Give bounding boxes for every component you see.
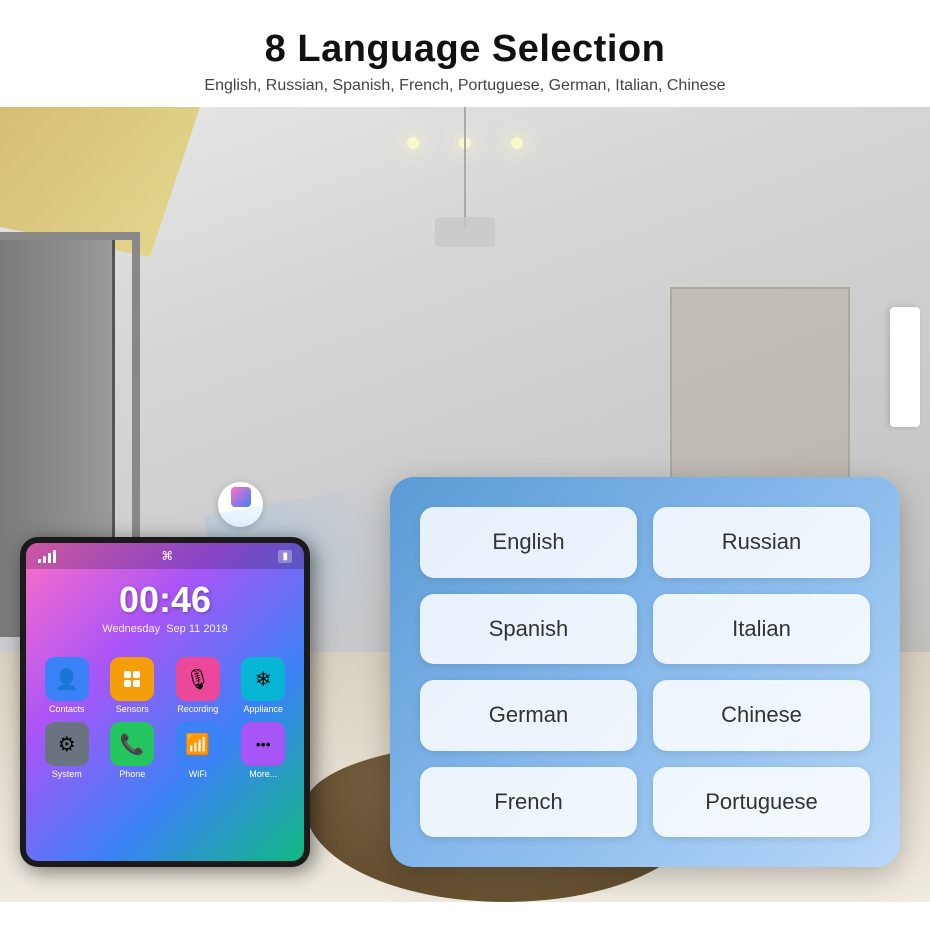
lang-portuguese[interactable]: Portuguese [653,767,870,838]
wifi-icon: ⌘ [161,549,173,563]
phone-icon: 📞 [110,722,154,766]
sensors-icon [110,657,154,701]
recording-label: Recording [177,704,218,714]
subtitle: English, Russian, Spanish, French, Portu… [20,77,910,95]
lang-english[interactable]: English [420,507,637,578]
lang-russian[interactable]: Russian [653,507,870,578]
app-wifi[interactable]: 📶 WiFi [169,722,227,779]
appliance-label: Appliance [243,704,283,714]
phone-screen: ⌘ ▮ 00:46 Wednesday Sep 11 2019 👤 Contac… [26,543,304,861]
app-system[interactable]: ⚙ System [38,722,96,779]
language-panel: English Russian Spanish Italian German C… [390,477,900,867]
appliance-icon: ❄ [241,657,285,701]
more-label: More... [249,769,277,779]
right-wall-panel [890,307,920,427]
lang-italian[interactable]: Italian [653,594,870,665]
phone-status-bar: ⌘ ▮ [26,543,304,569]
wifi-app-icon: 📶 [176,722,220,766]
signal-icon [38,550,56,563]
app-sensors[interactable]: Sensors [104,657,162,714]
phone-device: ⌘ ▮ 00:46 Wednesday Sep 11 2019 👤 Contac… [20,537,310,867]
page-header: 8 Language Selection English, Russian, S… [0,0,930,107]
lang-french[interactable]: French [420,767,637,838]
lang-spanish[interactable]: Spanish [420,594,637,665]
more-icon: ••• [241,722,285,766]
contacts-icon: 👤 [45,657,89,701]
app-contacts[interactable]: 👤 Contacts [38,657,96,714]
recording-icon: 🎙 [176,657,220,701]
app-appliance[interactable]: ❄ Appliance [235,657,293,714]
phone-day: Wednesday Sep 11 2019 [26,623,304,635]
contacts-label: Contacts [49,704,85,714]
phone-time: 00:46 [26,579,304,621]
system-icon: ⚙ [45,722,89,766]
app-grid: 👤 Contacts Sensors 🎙 [26,645,304,791]
lang-chinese[interactable]: Chinese [653,680,870,751]
app-recording[interactable]: 🎙 Recording [169,657,227,714]
hanging-light-fixture [435,217,495,247]
ceiling-light-1 [407,137,419,149]
app-more[interactable]: ••• More... [235,722,293,779]
ceiling-light-3 [511,137,523,149]
scene: ⌘ ▮ 00:46 Wednesday Sep 11 2019 👤 Contac… [0,107,930,902]
page-title: 8 Language Selection [20,28,910,71]
language-grid: English Russian Spanish Italian German C… [420,507,870,837]
system-label: System [52,769,82,779]
lang-german[interactable]: German [420,680,637,751]
hanging-light-cord [464,107,466,227]
battery-icon: ▮ [278,550,292,563]
sensors-label: Sensors [116,704,149,714]
wifi-label: WiFi [189,769,207,779]
app-phone[interactable]: 📞 Phone [104,722,162,779]
phone-label: Phone [119,769,145,779]
